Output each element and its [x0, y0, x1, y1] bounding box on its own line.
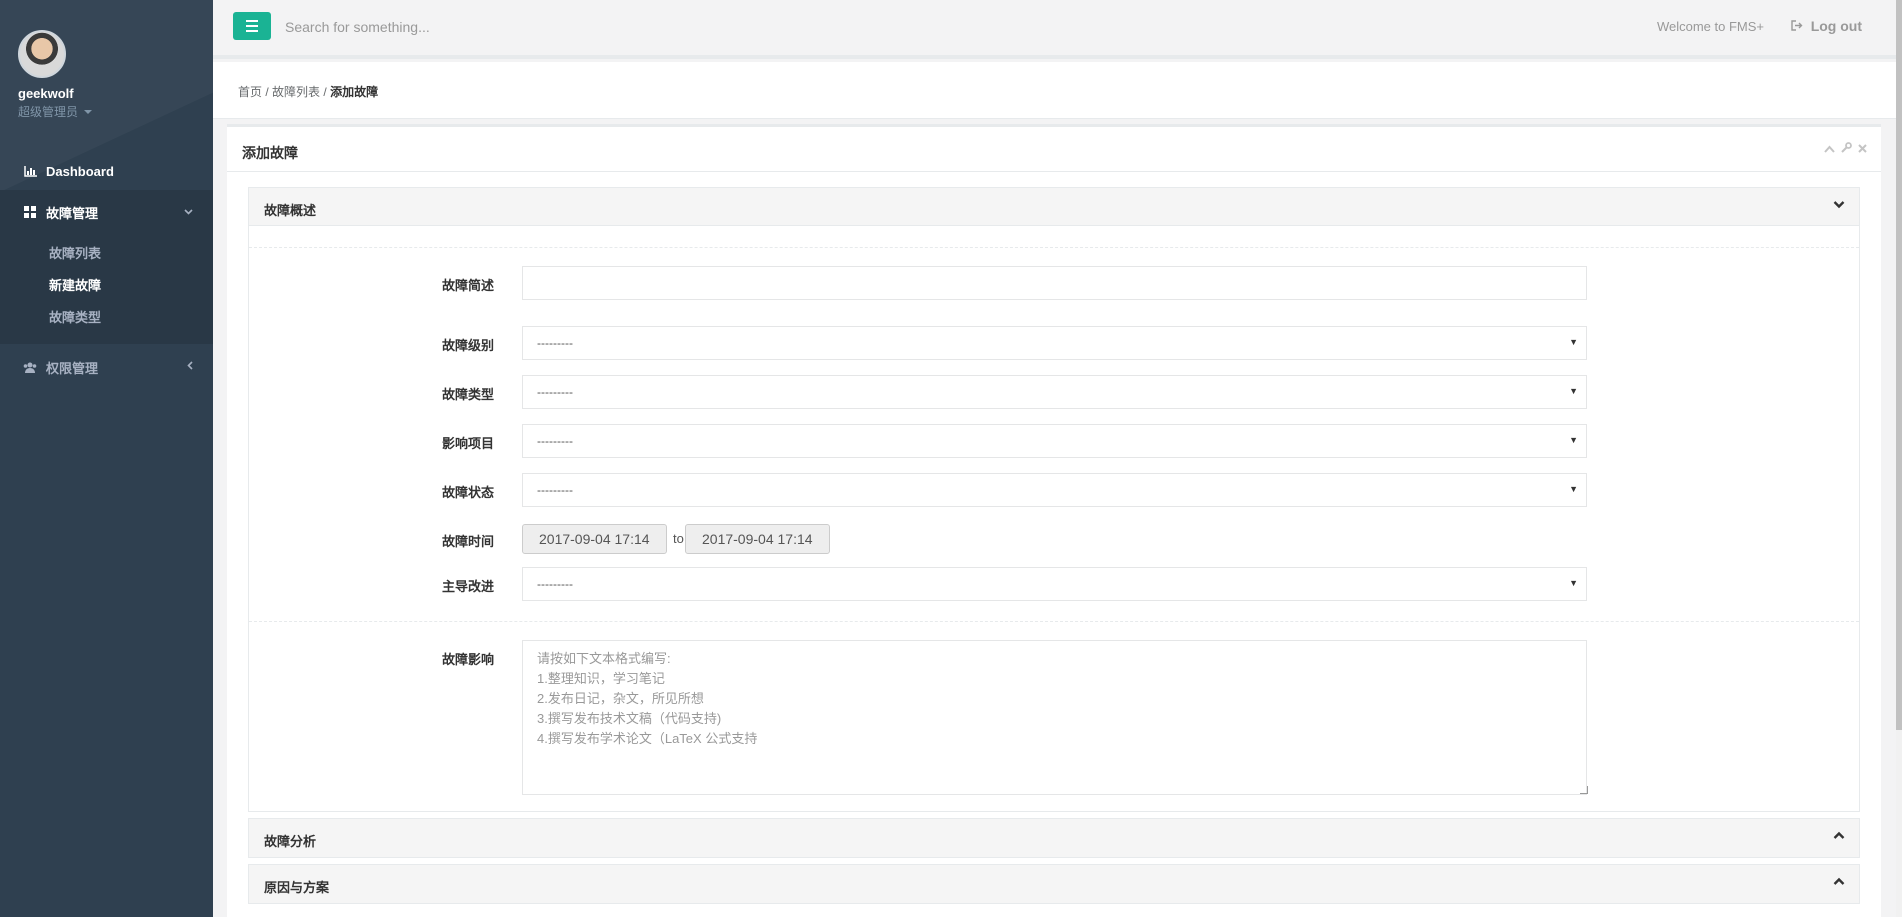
chevron-left-icon — [187, 361, 193, 373]
status-select[interactable]: --------- ▼ — [522, 473, 1587, 507]
sidebar-item-label: 故障管理 — [46, 205, 99, 221]
type-select[interactable]: --------- ▼ — [522, 375, 1587, 409]
box-tools — [1824, 142, 1867, 156]
panel-overview: 故障概述 故障简述 故障级别 --------- ▼ 故障类型 --------… — [248, 187, 1860, 812]
breadcrumb-home[interactable]: 首页 — [238, 85, 262, 99]
impact-label: 故障影响 — [441, 652, 494, 667]
level-label: 故障级别 — [441, 338, 494, 353]
improve-select[interactable]: --------- ▼ — [522, 567, 1587, 601]
sidebar-subitem-fault-type[interactable]: 故障类型 — [0, 302, 213, 334]
close-icon[interactable] — [1858, 142, 1867, 156]
caret-down-icon: ▼ — [1569, 484, 1578, 494]
logout-link[interactable]: Log out — [1790, 18, 1862, 34]
sidebar-subitem-new-fault[interactable]: 新建故障 — [0, 270, 213, 302]
chevron-down-icon[interactable] — [1833, 197, 1845, 212]
caret-down-icon — [84, 109, 93, 114]
divider — [249, 247, 1859, 248]
top-navbar: Welcome to FMS+ Log out — [213, 0, 1902, 59]
sidebar-item-label: 权限管理 — [46, 360, 99, 376]
sidebar-nav: Dashboard 故障管理 故障列表 新建故障 故障类型 权限管理 — [0, 152, 213, 390]
breadcrumb-current: 添加故障 — [330, 85, 379, 99]
page-scrollbar[interactable] — [1896, 0, 1902, 917]
scrollbar-thumb[interactable] — [1896, 0, 1902, 730]
project-select-value: --------- — [537, 434, 573, 448]
divider — [249, 621, 1859, 622]
type-label: 故障类型 — [441, 387, 494, 402]
level-select[interactable]: --------- ▼ — [522, 326, 1587, 360]
panel-analysis: 故障分析 — [248, 818, 1860, 858]
breadcrumb: 首页 / 故障列表 / 添加故障 — [213, 62, 1896, 119]
panel-cause-title: 原因与方案 — [264, 880, 330, 895]
sidebar-item-fault-mgmt[interactable]: 故障管理 — [0, 190, 213, 234]
summary-label: 故障简述 — [441, 278, 494, 293]
breadcrumb-fault-list[interactable]: 故障列表 — [272, 85, 320, 99]
end-time-input[interactable]: 2017-09-04 17:14 — [685, 524, 830, 554]
panel-analysis-title: 故障分析 — [264, 834, 317, 849]
collapse-icon[interactable] — [1824, 142, 1835, 156]
chevron-up-icon[interactable] — [1833, 828, 1845, 843]
caret-down-icon: ▼ — [1569, 435, 1578, 445]
resize-handle[interactable] — [1580, 786, 1588, 794]
sidebar-item-label: Dashboard — [46, 163, 114, 179]
profile-role-dropdown[interactable]: 超级管理员 — [18, 103, 213, 120]
panel-overview-title: 故障概述 — [264, 203, 317, 218]
impact-textarea[interactable]: 请按如下文本格式编写: 1.整理知识，学习笔记 2.发布日记，杂文，所见所想 3… — [522, 640, 1587, 795]
profile: geekwolf 超级管理员 — [0, 0, 213, 152]
sidebar-submenu-fault: 故障列表 新建故障 故障类型 — [0, 234, 213, 344]
grid-icon — [22, 206, 38, 218]
status-select-value: --------- — [537, 483, 573, 497]
start-time-input[interactable]: 2017-09-04 17:14 — [522, 524, 667, 554]
sidebar-group-fault: 故障管理 故障列表 新建故障 故障类型 — [0, 190, 213, 344]
sidebar-item-dashboard[interactable]: Dashboard — [0, 152, 213, 190]
caret-down-icon: ▼ — [1569, 578, 1578, 588]
sidebar-item-perm-mgmt[interactable]: 权限管理 — [0, 344, 213, 390]
time-range-separator: to — [673, 531, 684, 546]
panel-analysis-header[interactable]: 故障分析 — [249, 819, 1859, 857]
search-input[interactable] — [285, 14, 685, 40]
project-select[interactable]: --------- ▼ — [522, 424, 1587, 458]
improve-label: 主导改进 — [441, 579, 494, 594]
wrench-icon[interactable] — [1841, 142, 1852, 156]
caret-down-icon: ▼ — [1569, 386, 1578, 396]
summary-input[interactable] — [522, 266, 1587, 300]
avatar[interactable] — [18, 30, 66, 78]
panel-overview-header[interactable]: 故障概述 — [249, 188, 1859, 226]
caret-down-icon: ▼ — [1569, 337, 1578, 347]
profile-role-label: 超级管理员 — [18, 105, 79, 119]
time-label: 故障时间 — [441, 534, 494, 549]
add-fault-box: 添加故障 故障概述 故障简述 故障级别 --------- ▼ 故障类型 ---… — [227, 124, 1881, 917]
chevron-down-icon — [184, 207, 193, 218]
panel-cause: 原因与方案 — [248, 864, 1860, 904]
welcome-message: Welcome to FMS+ — [1656, 19, 1764, 34]
chevron-up-icon[interactable] — [1833, 874, 1845, 889]
breadcrumb-separator: / — [265, 85, 269, 99]
project-label: 影响项目 — [441, 436, 494, 451]
profile-name[interactable]: geekwolf — [18, 86, 213, 101]
sidebar: geekwolf 超级管理员 Dashboard 故障管理 故障列表 新建故障 … — [0, 0, 213, 917]
menu-toggle-button[interactable] — [233, 12, 271, 40]
page-title: 添加故障 — [227, 127, 1881, 172]
sign-out-icon — [1790, 18, 1803, 34]
sidebar-subitem-fault-list[interactable]: 故障列表 — [0, 238, 213, 270]
bar-chart-icon — [22, 165, 38, 177]
users-icon — [22, 362, 38, 373]
panel-cause-header[interactable]: 原因与方案 — [249, 865, 1859, 903]
type-select-value: --------- — [537, 385, 573, 399]
level-select-value: --------- — [537, 336, 573, 350]
logout-label: Log out — [1810, 18, 1862, 34]
breadcrumb-separator: / — [323, 85, 327, 99]
improve-select-value: --------- — [537, 577, 573, 591]
status-label: 故障状态 — [441, 485, 494, 500]
